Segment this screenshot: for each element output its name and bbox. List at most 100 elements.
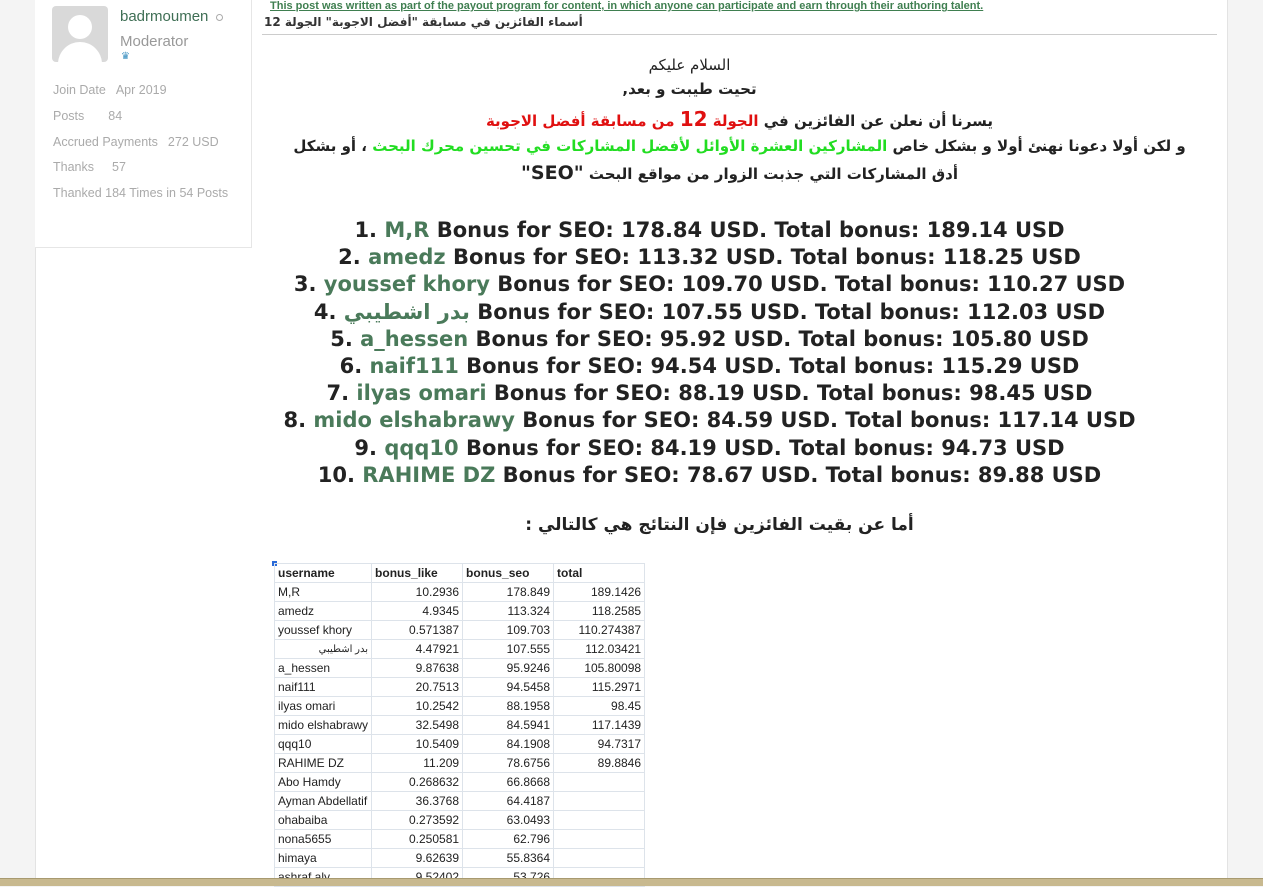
- cell-bonus-seo: 88.1958: [462, 696, 555, 716]
- cell-bonus-seo: 55.8364: [462, 848, 555, 868]
- cell-username: M,R: [273, 582, 373, 602]
- cell-bonus-seo: 62.796: [462, 829, 555, 849]
- winner-name[interactable]: qqq10: [384, 436, 458, 460]
- cell-total: 110.274387: [553, 620, 646, 640]
- cell-bonus-seo: 109.703: [462, 620, 555, 640]
- cell-bonus-seo: 178.849: [462, 582, 555, 602]
- cell-total: [553, 829, 646, 849]
- stat-accrued-payments: Accrued Payments 272 USD: [53, 135, 219, 149]
- cell-bonus-like: 0.250581: [371, 829, 464, 849]
- cell-bonus-seo: 66.8668: [462, 772, 555, 792]
- table-row: RAHIME DZ 11.209 78.6756 89.8846: [273, 753, 646, 773]
- winner-line: 1. M,R Bonus for SEO: 178.84 USD. Total …: [354, 218, 1065, 242]
- cell-bonus-seo: 84.1908: [462, 734, 555, 754]
- winner-name[interactable]: mido elshabrawy: [313, 408, 515, 432]
- cell-username: RAHIME DZ: [273, 753, 373, 773]
- table-row: himaya 9.62639 55.8364: [273, 848, 646, 868]
- cell-username: mido elshabrawy: [273, 715, 373, 735]
- col-bonus-like: bonus_like: [371, 563, 464, 583]
- crown-icon: ♛: [121, 51, 130, 62]
- cell-total: 98.45: [553, 696, 646, 716]
- table-row: qqq10 10.5409 84.1908 94.7317: [273, 734, 646, 754]
- cell-username: nona5655: [273, 829, 373, 849]
- winner-name[interactable]: naif111: [370, 354, 459, 378]
- post-title: أسماء الفائزين في مسابقة "أفضل الاجوبة" …: [264, 15, 583, 29]
- cell-bonus-like: 20.7513: [371, 677, 464, 697]
- cell-username: naif111: [273, 677, 373, 697]
- offline-status-icon: [216, 13, 224, 21]
- table-header-row: username bonus_like bonus_seo total: [273, 563, 646, 583]
- seo-line: أدق المشاركات التي جذبت الزوار من مواقع …: [521, 162, 958, 184]
- rest-heading: أما عن بقيت الفائزين فإن النتائج هي كالت…: [525, 515, 914, 535]
- cell-bonus-like: 36.3768: [371, 791, 464, 811]
- stat-join-date: Join Date Apr 2019: [53, 83, 167, 97]
- stat-thanks: Thanks 57: [53, 160, 126, 174]
- avatar[interactable]: [52, 6, 108, 62]
- table-row: youssef khory 0.571387 109.703 110.274387: [273, 620, 646, 640]
- cell-total: 189.1426: [553, 582, 646, 602]
- winner-line: 7. ilyas omari Bonus for SEO: 88.19 USD.…: [326, 381, 1093, 406]
- cell-total: 94.7317: [553, 734, 646, 754]
- greeting-line-2: تحيت طيبت و بعد,: [622, 80, 757, 98]
- cell-bonus-like: 9.87638: [371, 658, 464, 678]
- cell-total: 115.2971: [553, 677, 646, 697]
- winner-name[interactable]: M,R: [384, 218, 429, 242]
- cell-username: qqq10: [273, 734, 373, 754]
- col-bonus-seo: bonus_seo: [462, 563, 555, 583]
- username-link[interactable]: badrmoumen: [120, 8, 224, 25]
- table-row: amedz 4.9345 113.324 118.2585: [273, 601, 646, 621]
- table-row: ohabaiba 0.273592 63.0493: [273, 810, 646, 830]
- cell-bonus-seo: 78.6756: [462, 753, 555, 773]
- cell-bonus-like: 0.571387: [371, 620, 464, 640]
- winner-name[interactable]: youssef khory: [324, 272, 490, 296]
- winner-name[interactable]: amedz: [368, 245, 446, 269]
- table-row: بدر اشطيبي 4.47921 107.555 112.03421: [273, 639, 646, 659]
- winner-line: 5. a_hessen Bonus for SEO: 95.92 USD. To…: [330, 326, 1089, 351]
- stat-thanked: Thanked 184 Times in 54 Posts: [53, 186, 229, 200]
- cell-bonus-like: 10.5409: [371, 734, 464, 754]
- cell-username: Ayman Abdellatif: [273, 791, 373, 811]
- greeting-line: السلام عليكم: [648, 56, 731, 74]
- winner-line: 8. mido elshabrawy Bonus for SEO: 84.59 …: [283, 408, 1136, 433]
- cell-total: [553, 848, 646, 868]
- cell-total: 117.1439: [553, 715, 646, 735]
- cell-bonus-seo: 113.324: [462, 601, 555, 621]
- username[interactable]: badrmoumen: [120, 8, 208, 25]
- cell-username: youssef khory: [273, 620, 373, 640]
- payout-program-link[interactable]: This post was written as part of the pay…: [270, 0, 983, 12]
- cell-bonus-seo: 95.9246: [462, 658, 555, 678]
- cell-username: himaya: [273, 848, 373, 868]
- table-row: ilyas omari 10.2542 88.1958 98.45: [273, 696, 646, 716]
- col-username: username: [273, 563, 373, 583]
- table-row: Abo Hamdy 0.268632 66.8668: [273, 772, 646, 792]
- table-row: M,R 10.2936 178.849 189.1426: [273, 582, 646, 602]
- announcement-line: يسرنا أن نعلن عن الفائزين في الجولة 12 م…: [485, 107, 994, 131]
- cell-username: بدر اشطيبي: [273, 639, 373, 659]
- cell-bonus-like: 0.268632: [371, 772, 464, 792]
- winner-name[interactable]: RAHIME DZ: [362, 463, 495, 487]
- cell-bonus-like: 10.2936: [371, 582, 464, 602]
- cell-total: 89.8846: [553, 753, 646, 773]
- winner-name[interactable]: بدر اشطيبي: [344, 300, 470, 324]
- cell-bonus-seo: 94.5458: [462, 677, 555, 697]
- results-table: username bonus_like bonus_seo total M,R 1…: [273, 563, 646, 887]
- cell-username: a_hessen: [273, 658, 373, 678]
- cell-total: [553, 772, 646, 792]
- cell-username: ilyas omari: [273, 696, 373, 716]
- user-info-panel: badrmoumen Moderator ♛ Join Date Apr 2019…: [35, 0, 252, 248]
- table-row: nona5655 0.250581 62.796: [273, 829, 646, 849]
- cell-bonus-like: 4.9345: [371, 601, 464, 621]
- winner-name[interactable]: ilyas omari: [356, 381, 486, 405]
- cell-username: Abo Hamdy: [273, 772, 373, 792]
- cell-bonus-like: 32.5498: [371, 715, 464, 735]
- cell-total: 112.03421: [553, 639, 646, 659]
- winner-line: 9. qqq10 Bonus for SEO: 84.19 USD. Total…: [354, 435, 1065, 460]
- table-row: Ayman Abdellatif 36.3768 64.4187: [273, 791, 646, 811]
- divider: [262, 34, 1217, 35]
- cell-username: ohabaiba: [273, 810, 373, 830]
- cell-username: amedz: [273, 601, 373, 621]
- winner-line: 4. بدر اشطيبي Bonus for SEO: 107.55 USD.…: [313, 299, 1106, 324]
- cell-total: 118.2585: [553, 601, 646, 621]
- cell-total: [553, 810, 646, 830]
- winner-name[interactable]: a_hessen: [360, 327, 468, 351]
